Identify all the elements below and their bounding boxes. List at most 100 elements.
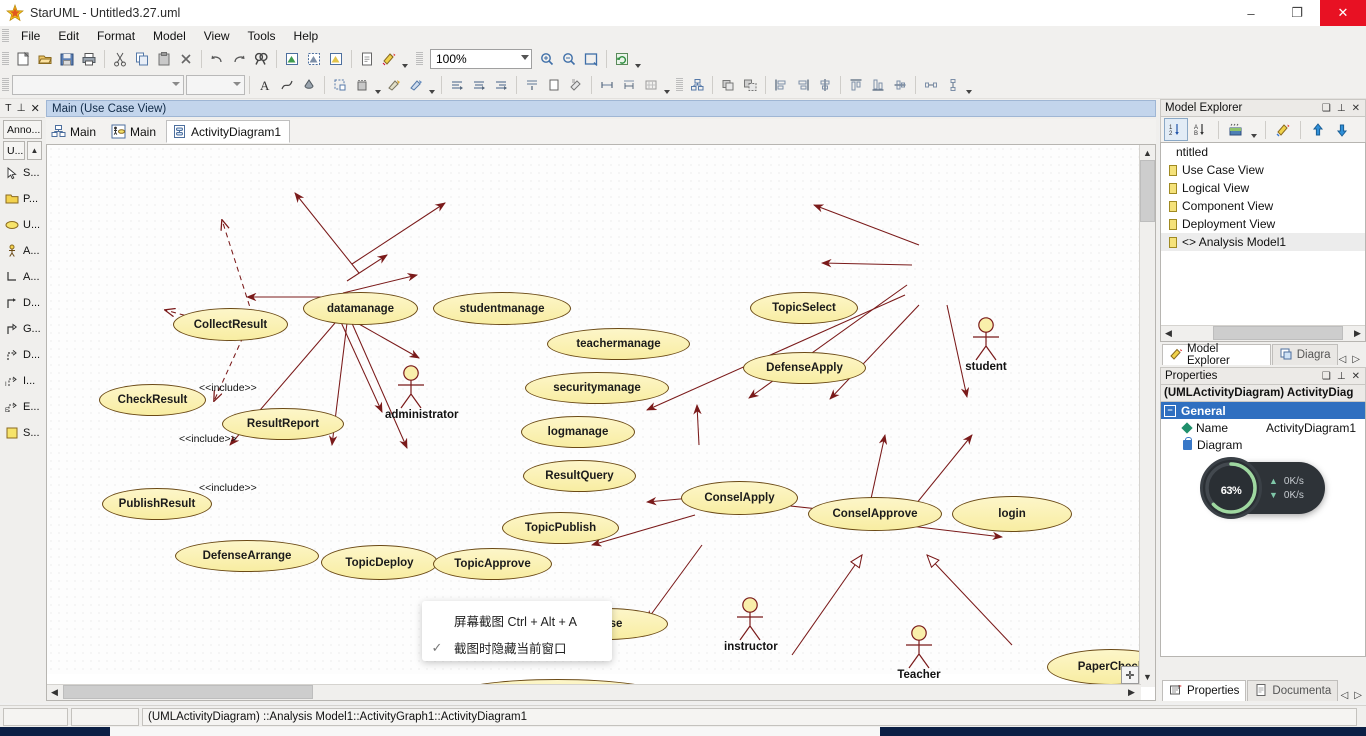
toolbar-gripper[interactable] xyxy=(676,78,683,92)
palette-item-extend[interactable]: E E... xyxy=(0,394,45,420)
close-button[interactable]: ✕ xyxy=(1320,0,1366,26)
actor-figure[interactable]: student xyxy=(960,317,1012,373)
usecase-ellipse[interactable]: ResultReport xyxy=(222,408,344,440)
zoom-in-icon[interactable] xyxy=(536,48,558,70)
add-diagram-icon[interactable] xyxy=(281,48,303,70)
grid-icon[interactable] xyxy=(640,74,662,96)
toolbar-gripper[interactable] xyxy=(416,52,423,66)
tab-diagram-explorer[interactable]: Diagra xyxy=(1271,344,1338,365)
usecase-ellipse[interactable]: PublishResult xyxy=(102,488,212,520)
diagram-canvas[interactable]: CollectResult datamanage studentmanage teac… xyxy=(47,145,1155,700)
font-size-combo[interactable] xyxy=(186,75,245,95)
tree-item[interactable]: ntitled xyxy=(1161,143,1365,161)
auto-layout-icon[interactable] xyxy=(686,74,708,96)
usecase-ellipse[interactable]: logmanage xyxy=(521,416,635,448)
model-explorer-icon[interactable] xyxy=(1272,119,1294,140)
close-icon[interactable]: ✕ xyxy=(31,102,40,115)
tree-item[interactable]: Logical View xyxy=(1161,179,1365,197)
actor-figure[interactable]: Teacher xyxy=(893,625,945,681)
menu-item-format[interactable]: Format xyxy=(88,28,144,44)
usecase-ellipse[interactable]: CheckResult xyxy=(99,384,206,416)
spacing-icon[interactable] xyxy=(596,74,618,96)
font-icon[interactable]: A xyxy=(254,74,276,96)
fill-color-icon[interactable] xyxy=(298,74,320,96)
usecase-ellipse[interactable]: TopicDeploy xyxy=(321,545,438,580)
tree-hscroll-thumb[interactable] xyxy=(1213,326,1343,340)
scroll-up-button[interactable]: ▲ xyxy=(1140,145,1155,160)
tab-prev-icon[interactable]: ◁ xyxy=(1341,690,1349,701)
menu-item-view[interactable]: View xyxy=(195,28,239,44)
chevron-down-icon[interactable] xyxy=(964,74,974,97)
usecase-ellipse[interactable]: DefenseArrange xyxy=(175,540,319,572)
tab-properties[interactable]: Properties xyxy=(1162,680,1247,701)
usecase-ellipse[interactable]: studentmanage xyxy=(433,292,571,325)
tab-main-usecase[interactable]: Main xyxy=(106,121,164,142)
align-centers-icon[interactable] xyxy=(814,74,836,96)
align-lefts-icon[interactable] xyxy=(770,74,792,96)
usecase-ellipse[interactable]: TopicApprove xyxy=(433,548,552,580)
print-icon[interactable] xyxy=(78,48,100,70)
menu-gripper[interactable] xyxy=(2,29,9,43)
palette-item-directed-association[interactable]: D... xyxy=(0,290,45,316)
add-view-icon[interactable] xyxy=(325,48,347,70)
copy-icon[interactable] xyxy=(131,48,153,70)
properties-group-general[interactable]: − General xyxy=(1161,402,1365,419)
property-value[interactable]: ActivityDiagram1 xyxy=(1266,421,1356,435)
screenshot-context-menu[interactable]: 屏幕截图 Ctrl + Alt + A ✓ 截图时隐藏当前窗口 xyxy=(422,601,612,661)
collapse-icon[interactable]: − xyxy=(1164,404,1176,417)
paste-icon[interactable] xyxy=(153,48,175,70)
canvas-vertical-scrollbar[interactable]: ▲ xyxy=(1139,145,1155,687)
palette-item-package[interactable]: P... xyxy=(0,186,45,212)
palette-item-association[interactable]: A... xyxy=(0,264,45,290)
find-icon[interactable] xyxy=(250,48,272,70)
tab-main-class[interactable]: Main xyxy=(46,121,104,142)
align-center-icon[interactable] xyxy=(468,74,490,96)
scroll-left-button[interactable]: ◀ xyxy=(1161,326,1176,341)
menu-item-screenshot[interactable]: 屏幕截图 Ctrl + Alt + A xyxy=(422,607,612,634)
palette-item-actor[interactable]: A... xyxy=(0,238,45,264)
usecase-ellipse[interactable]: datamanage xyxy=(303,292,418,325)
stereotype-icon[interactable] xyxy=(351,74,373,96)
space-horizontal-icon[interactable] xyxy=(920,74,942,96)
shape-icon[interactable] xyxy=(329,74,351,96)
tab-next-icon[interactable]: ▷ xyxy=(1354,690,1362,701)
usecase-ellipse[interactable]: CollectResult xyxy=(173,308,288,341)
menu-item-file[interactable]: File xyxy=(12,28,49,44)
usecase-ellipse[interactable]: ConselApply xyxy=(681,481,798,515)
palette-annotation-group[interactable]: Anno... xyxy=(3,120,42,139)
send-to-back-icon[interactable] xyxy=(521,74,543,96)
maximize-button[interactable]: ❐ xyxy=(1274,0,1320,26)
align-tops-icon[interactable] xyxy=(845,74,867,96)
tree-item[interactable]: Component View xyxy=(1161,197,1365,215)
move-up-icon[interactable] xyxy=(1307,119,1329,140)
view-options-icon[interactable] xyxy=(1225,119,1247,140)
sort-alpha-icon[interactable]: AB xyxy=(1190,119,1212,140)
palette-item-select[interactable]: S... xyxy=(0,160,45,186)
tree-item[interactable]: <> Analysis Model1 xyxy=(1161,233,1365,251)
usecase-ellipse[interactable]: ConselApprove xyxy=(808,497,942,531)
align-rights-icon[interactable] xyxy=(792,74,814,96)
palette-usecase-group[interactable]: U... xyxy=(3,141,25,160)
font-family-combo[interactable] xyxy=(12,75,184,95)
add-model-icon[interactable] xyxy=(303,48,325,70)
tab-documentation[interactable]: Documenta xyxy=(1247,680,1339,701)
usecase-ellipse[interactable]: login xyxy=(952,496,1072,532)
line-color-icon[interactable] xyxy=(405,74,427,96)
pin-icon[interactable]: ⊥ xyxy=(1337,103,1346,114)
redo-icon[interactable] xyxy=(228,48,250,70)
usecase-ellipse[interactable]: TopicSelect xyxy=(750,292,858,324)
refresh-icon[interactable] xyxy=(611,48,633,70)
palette-item-include[interactable]: I I... xyxy=(0,368,45,394)
toolbar-gripper[interactable] xyxy=(2,52,9,66)
tab-next-icon[interactable]: ▷ xyxy=(1352,354,1360,365)
maximize-icon[interactable]: ❑ xyxy=(1322,371,1331,382)
tab-prev-icon[interactable]: ◁ xyxy=(1339,354,1347,365)
property-row-diagram[interactable]: Diagram xyxy=(1161,436,1365,453)
pan-tool-icon[interactable]: ✛ xyxy=(1121,666,1139,684)
zoom-out-icon[interactable] xyxy=(558,48,580,70)
properties-grid[interactable]: − General Name ActivityDiagram1 Diagram xyxy=(1160,402,1366,657)
chevron-down-icon[interactable] xyxy=(633,48,643,71)
fit-window-icon[interactable] xyxy=(580,48,602,70)
layout-icon[interactable] xyxy=(565,74,587,96)
tree-item[interactable]: Deployment View xyxy=(1161,215,1365,233)
